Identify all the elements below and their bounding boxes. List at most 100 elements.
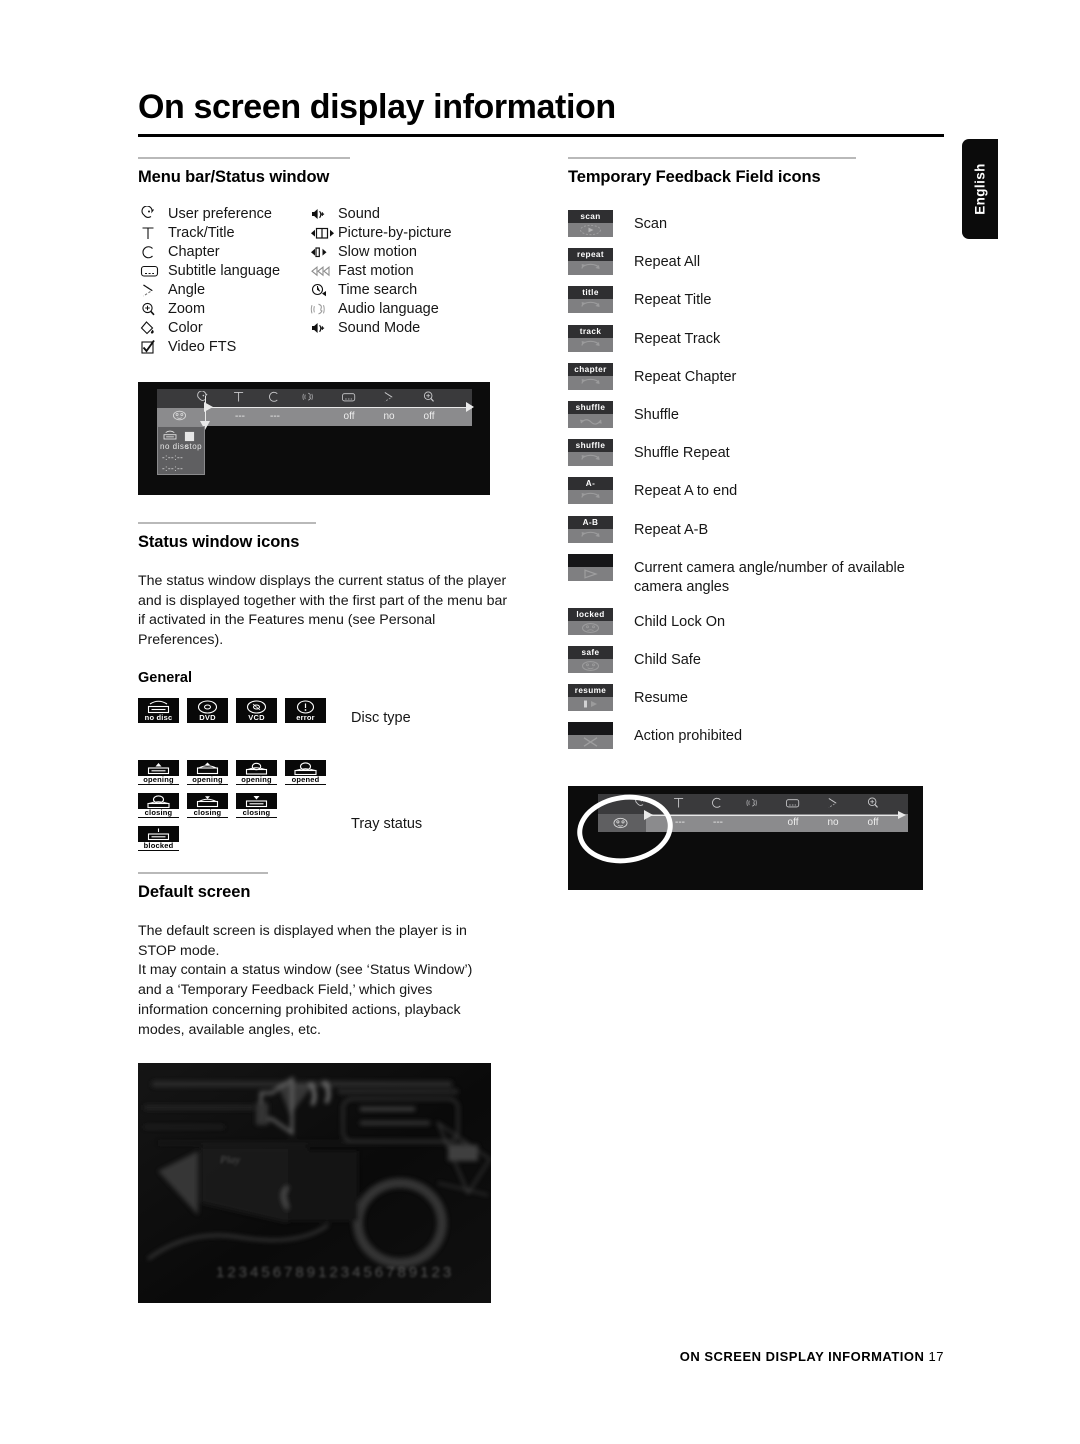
resume-icon: resume [568, 684, 613, 712]
legend-label: Picture-by-picture [338, 225, 452, 241]
legend-label: Color [168, 320, 203, 336]
disc-tile-label: error [296, 713, 315, 722]
tray-status-row-1: opening opening opening opened [138, 760, 538, 785]
default-screen-photo: 123456789123456789123 Play [138, 1063, 491, 1303]
tff-cap: chapter [568, 362, 613, 376]
section-divider [138, 157, 350, 159]
legend-label: Audio language [338, 301, 439, 317]
sound-icon [308, 205, 338, 224]
shuffle-repeat-icon: shuffle [568, 439, 613, 467]
menu-bar-icon-legend: User preference Track/Title Chapter Subt… [138, 205, 538, 357]
disc-type-row: no disc DVD VCD error Disc type [138, 698, 538, 726]
tff-label: Action prohibited [634, 728, 743, 745]
shot2-value-zoom: off [867, 817, 879, 828]
language-tab-english[interactable]: English [962, 139, 998, 239]
legend-label: Slow motion [338, 244, 417, 260]
shot-angle-icon [378, 390, 400, 407]
shot-arrow-horizontal [204, 407, 466, 408]
legend-item-slow-motion: Slow motion [308, 243, 452, 262]
tff-item-camera-angle: Current camera angle/number of available… [568, 553, 946, 597]
status-window-heading: Status window icons [138, 533, 300, 551]
tff-item-child-lock-on: locked Child Lock On [568, 607, 946, 635]
legend-label: Video FTS [168, 339, 237, 355]
section-divider [138, 522, 316, 524]
tray-tile-label: blocked [138, 842, 179, 850]
disc-tile-label: no disc [144, 713, 173, 722]
tff-icon-list: scan Scan repeat Repeat All title Repeat… [568, 210, 946, 761]
default-screen-section: Default screen The default screen is dis… [138, 872, 498, 1054]
user-preference-icon [138, 205, 168, 224]
shot2-zoom-icon [862, 796, 884, 813]
shot-arrow-head-right-inner [204, 402, 213, 412]
tff-label: Repeat Chapter [634, 368, 737, 385]
tff-item-shuffle-repeat: shuffle Shuffle Repeat [568, 439, 946, 467]
tff-pane [568, 490, 613, 505]
status-window-section: Status window icons The status window di… [138, 522, 518, 686]
tff-cap [568, 722, 613, 736]
legend-label: Zoom [168, 301, 206, 317]
shot-disc-face-icon [168, 409, 190, 425]
default-screen-body-1: The default screen is displayed when the… [138, 923, 467, 959]
page-title: On screen display information [138, 88, 616, 126]
tray-tile-opening-3: opening [236, 760, 277, 785]
tff-pane [568, 697, 613, 712]
repeat-chapter-icon: chapter [568, 362, 613, 390]
shot-chapter-icon [263, 390, 285, 407]
legend-item-subtitle-language: Subtitle language [138, 262, 308, 281]
status-window-body: The status window displays the current s… [138, 573, 508, 649]
repeat-title-icon: title [568, 286, 613, 314]
repeat-a-to-end-icon: A- [568, 477, 613, 505]
disc-tile-error: error [285, 698, 326, 723]
tray-tile-closing-2: closing [187, 793, 228, 818]
tff-pane [568, 337, 613, 352]
tff-cap: track [568, 324, 613, 338]
menu-bar-section-heading: Menu bar/Status window [138, 168, 330, 186]
tff-pane [568, 452, 613, 467]
tff-label: Child Lock On [634, 613, 726, 630]
shuffle-icon: shuffle [568, 400, 613, 428]
tray-status-row-3: blocked [138, 826, 538, 851]
tff-item-action-prohibited: Action prohibited [568, 722, 946, 750]
repeat-a-b-icon: A-B [568, 515, 613, 543]
tff-item-repeat-a-to-end: A- Repeat A to end [568, 477, 946, 505]
picture-by-picture-icon [308, 224, 338, 243]
tff-pane [568, 413, 613, 428]
footer-title: ON SCREEN DISPLAY INFORMATION [679, 1349, 925, 1364]
video-fts-icon [138, 338, 168, 357]
legend-label: Track/Title [168, 225, 235, 241]
tff-item-repeat-a-b: A-B Repeat A-B [568, 515, 946, 543]
disc-tile-label: DVD [199, 713, 216, 722]
legend-label: Sound [338, 206, 380, 222]
shot-value-chapter: --- [270, 411, 280, 422]
legend-label: Chapter [168, 244, 220, 260]
tff-item-shuffle: shuffle Shuffle [568, 400, 946, 428]
tff-item-repeat-title: title Repeat Title [568, 286, 946, 314]
tff-label: Shuffle Repeat [634, 445, 730, 462]
tff-cap: locked [568, 607, 613, 621]
menu-bar-screenshot: --- --- off no off no disc stop -:--:-- … [138, 382, 490, 495]
shot-track-icon [228, 390, 250, 407]
legend-item-track-title: Track/Title [138, 224, 308, 243]
disc-tile-label: VCD [248, 713, 265, 722]
shot-value-subtitle: off [343, 411, 355, 422]
legend-label: User preference [168, 206, 272, 222]
tray-tile-blocked: blocked [138, 826, 179, 851]
shot-status-time-1: -:--:-- [162, 453, 184, 462]
shot-value-angle: no [383, 411, 395, 422]
legend-label: Sound Mode [338, 320, 421, 336]
tff-cap: A- [568, 477, 613, 491]
tff-cap: safe [568, 646, 613, 660]
angle-icon [138, 281, 168, 300]
menu-bar-section-header: Menu bar/Status window [138, 157, 518, 187]
tff-label: Repeat A to end [634, 483, 738, 500]
tray-tile-label: closing [138, 809, 179, 817]
menu-bar-legend-column-b: Sound Picture-by-picture Slow motion Fas… [308, 205, 452, 357]
tff-cap: repeat [568, 248, 613, 262]
shot-status-time-2: -:--:-- [162, 464, 184, 473]
language-tab-label: English [972, 163, 988, 215]
shot2-chapter-icon [706, 796, 728, 813]
time-search-icon [308, 281, 338, 300]
sound-mode-icon [308, 319, 338, 338]
legend-item-angle: Angle [138, 281, 308, 300]
title-divider [138, 134, 944, 137]
